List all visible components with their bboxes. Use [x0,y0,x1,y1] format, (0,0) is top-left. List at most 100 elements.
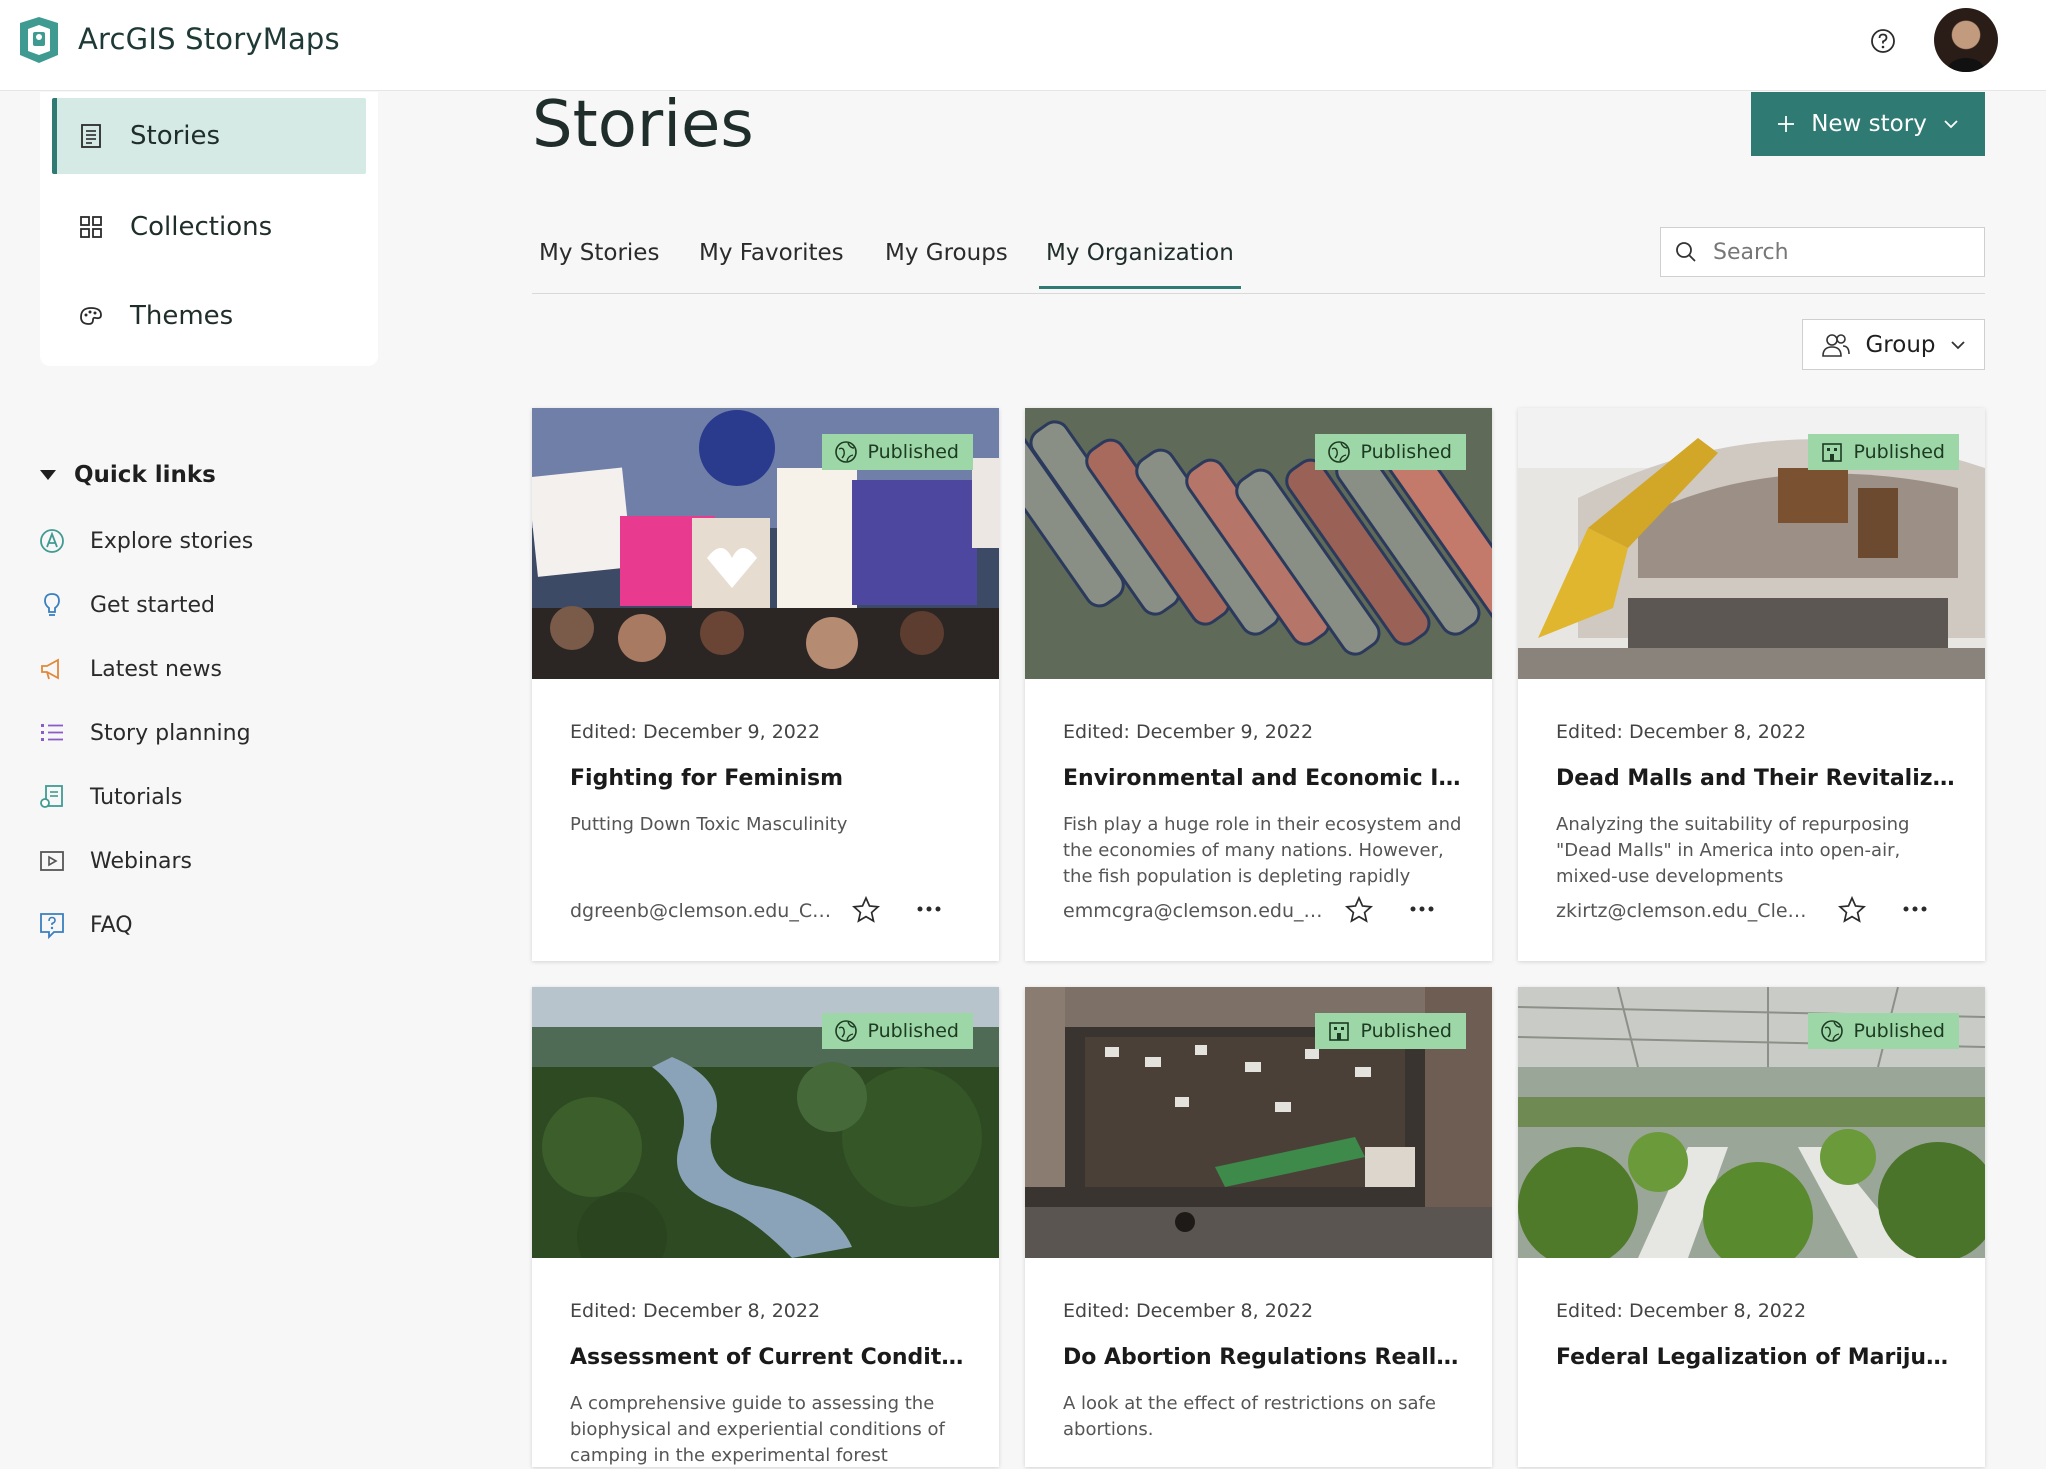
new-story-button[interactable]: New story [1751,92,1985,156]
quick-link-story-planning[interactable]: Story planning [38,713,251,753]
story-thumbnail[interactable]: Published [532,987,999,1258]
quick-link-explore-stories[interactable]: Explore stories [38,521,253,561]
status-badge: Published [821,434,973,470]
sidebar-item-label: Collections [130,212,273,242]
question-icon [40,913,64,939]
story-title[interactable]: Federal Legalization of Marijuana [1556,1345,1956,1370]
status-badge: Published [1314,434,1466,470]
quick-link-label: Story planning [90,720,251,746]
status-badge: Published [1314,1013,1466,1049]
avatar[interactable] [1934,8,1998,72]
story-description: A comprehensive guide to assessing the b… [570,1393,945,1466]
story-author: zkirtz@clemson.edu_Clemson [1556,900,1818,922]
story-card[interactable]: Published Edited: December 8, 2022 Do Ab… [1025,987,1492,1467]
story-card[interactable]: Published Edited: December 8, 2022 Feder… [1518,987,1985,1467]
sidebar-item-stories[interactable]: Stories [52,98,366,174]
more-options-icon[interactable] [1407,894,1437,924]
status-badge: Published [1807,434,1959,470]
story-description: A look at the effect of restrictions on … [1063,1393,1436,1440]
chevron-down-icon [1950,340,1965,349]
quick-link-label: Explore stories [90,528,254,554]
page-title: Stories [532,88,754,162]
sidebar-item-label: Themes [130,301,234,331]
story-card[interactable]: Published Edited: December 9, 2022 Fight… [532,408,999,961]
search-input[interactable] [1713,239,1973,265]
quick-link-faq[interactable]: FAQ [38,905,133,945]
list-icon [41,724,63,741]
story-description: Analyzing the suitability of repurposing… [1556,814,1910,887]
compass-icon [40,529,64,553]
globe-icon [834,1020,857,1042]
story-card[interactable]: Published Edited: December 8, 2022 Asses… [532,987,999,1467]
quick-links-title: Quick links [74,462,216,488]
more-options-icon[interactable] [914,894,944,924]
favorite-star-icon[interactable] [1345,896,1373,924]
story-thumbnail[interactable]: Published [532,408,999,679]
edited-date: Edited: December 9, 2022 [570,721,821,743]
tab-my-favorites[interactable]: My Favorites [692,240,851,286]
quick-link-tutorials[interactable]: Tutorials [38,777,182,817]
plus-icon [1778,116,1795,132]
help-icon[interactable] [1870,28,1896,54]
globe-icon [1327,441,1350,463]
story-thumbnail[interactable]: Published [1025,408,1492,679]
more-options-icon[interactable] [1900,894,1930,924]
group-filter-label: Group [1865,331,1936,358]
quick-link-latest-news[interactable]: Latest news [38,649,222,689]
quick-link-label: Webinars [90,848,193,874]
tutorial-icon [40,785,63,808]
sidebar-item-themes[interactable]: Themes [52,278,366,354]
globe-icon [1820,1020,1843,1042]
quick-links-toggle[interactable]: Quick links [40,462,216,488]
story-title[interactable]: Environmental and Economic Impacts of Ov… [1063,766,1463,791]
tab-my-organization[interactable]: My Organization [1039,240,1241,289]
search-icon [1676,242,1696,262]
status-text: Published [1853,1020,1945,1042]
story-card[interactable]: Published Edited: December 9, 2022 Envir… [1025,408,1492,961]
tab-my-groups[interactable]: My Groups [878,240,1015,286]
status-text: Published [867,441,959,463]
quick-link-label: Tutorials [90,784,183,810]
document-icon [81,124,101,148]
new-story-label: New story [1811,111,1927,137]
quick-link-get-started[interactable]: Get started [38,585,215,625]
story-title[interactable]: Fighting for Feminism [570,766,970,791]
lightbulb-icon [44,593,60,616]
edited-date: Edited: December 8, 2022 [1556,721,1807,743]
story-title[interactable]: Assessment of Current Conditions [570,1345,970,1370]
story-description: Fish play a huge role in their ecosystem… [1063,814,1462,887]
organization-icon [1821,443,1842,462]
tab-my-stories[interactable]: My Stories [532,240,666,286]
grid-icon [80,216,102,238]
quick-link-label: FAQ [90,912,133,938]
quick-link-webinars[interactable]: Webinars [38,841,192,881]
story-description: Putting Down Toxic Masculinity [570,814,848,835]
group-icon [1822,333,1851,357]
group-filter-dropdown[interactable]: Group [1802,319,1985,370]
status-badge: Published [1807,1013,1959,1049]
favorite-star-icon[interactable] [1838,896,1866,924]
story-card[interactable]: Published Edited: December 8, 2022 Dead … [1518,408,1985,961]
chevron-down-icon [1944,120,1958,129]
organization-icon [1328,1022,1349,1041]
story-thumbnail[interactable]: Published [1518,408,1985,679]
story-thumbnail[interactable]: Published [1518,987,1985,1258]
story-title[interactable]: Dead Malls and Their Revitalization [1556,766,1956,791]
story-title[interactable]: Do Abortion Regulations Really Reduce Ab… [1063,1345,1463,1370]
storymaps-logo-icon[interactable] [16,15,62,65]
edited-date: Edited: December 8, 2022 [1556,1300,1807,1322]
status-text: Published [867,1020,959,1042]
story-thumbnail[interactable]: Published [1025,987,1492,1258]
app-title[interactable]: ArcGIS StoryMaps [78,22,340,56]
megaphone-icon [41,658,59,680]
quick-link-label: Get started [90,592,215,618]
status-text: Published [1360,441,1452,463]
sidebar-item-label: Stories [130,121,221,151]
play-icon [40,851,64,871]
sidebar-item-collections[interactable]: Collections [52,189,366,265]
caret-down-icon [40,470,56,480]
favorite-star-icon[interactable] [852,896,880,924]
palette-icon [80,307,102,325]
edited-date: Edited: December 9, 2022 [1063,721,1314,743]
top-bar: ArcGIS StoryMaps [0,0,2046,91]
